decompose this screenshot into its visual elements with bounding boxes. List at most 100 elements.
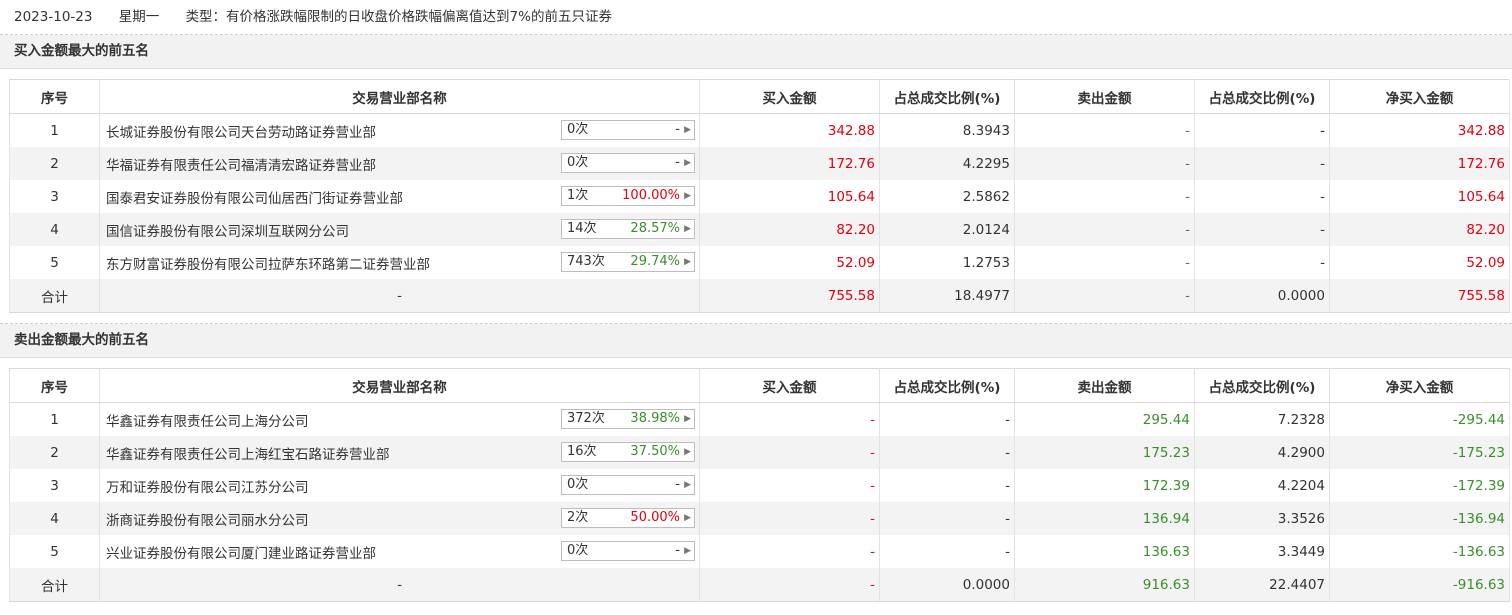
table-row[interactable]: 1 华鑫证券有限责任公司上海分公司 372次 38.98% ▶ - -295.44 7.232… (9, 402, 1510, 436)
col-buy: 买入金额 (699, 79, 880, 114)
win-rate: - (675, 122, 680, 137)
col-seq: 序号 (9, 79, 100, 114)
net-amount: -295.44 (1329, 402, 1510, 436)
buy-ratio: - (879, 469, 1015, 502)
col-name: 交易营业部名称 (99, 79, 700, 114)
buy-ratio: 8.3943 (879, 113, 1015, 147)
branch-cell: 华鑫证券有限责任公司上海分公司 372次 38.98% ▶ (99, 402, 700, 436)
buy-amount: - (699, 469, 880, 502)
net-amount: -172.39 (1329, 469, 1510, 502)
branch-cell: 浙商证券股份有限公司丽水分公司 2次 50.00% ▶ (99, 502, 700, 535)
total-name: - (99, 568, 700, 602)
buy-amount: - (699, 402, 880, 436)
table-row[interactable]: 4 浙商证券股份有限公司丽水分公司 2次 50.00% ▶ - -136.94 3.3526-… (9, 502, 1510, 535)
buy-table: 序号 交易营业部名称 买入金额 占总成交比例(%) 卖出金额 占总成交比例(%)… (9, 79, 1510, 313)
total-sell-ratio: 0.0000 (1194, 279, 1330, 313)
sell-ratio: 7.2328 (1194, 402, 1330, 436)
branch-cell: 国泰君安证券股份有限公司仙居西门街证券营业部 1次 100.00% ▶ (99, 180, 700, 213)
triangle-right-icon: ▶ (684, 224, 691, 234)
sell-ratio: - (1194, 213, 1330, 246)
net-amount: 342.88 (1329, 113, 1510, 147)
sell-ratio: - (1194, 147, 1330, 180)
buy-amount: 342.88 (699, 113, 880, 147)
buy-section-title: 买入金额最大的前五名 (0, 35, 1512, 69)
total-buy-ratio: 18.4977 (879, 279, 1015, 313)
appearance-count: 16次 (567, 444, 597, 459)
table-row[interactable]: 4 国信证券股份有限公司深圳互联网分公司 14次 28.57% ▶ 82.20 2.0124… (9, 213, 1510, 246)
branch-cell: 东方财富证券股份有限公司拉萨东环路第二证券营业部 743次 29.74% ▶ (99, 246, 700, 279)
appearance-count: 14次 (567, 221, 597, 236)
buy-ratio: - (879, 502, 1015, 535)
sell-amount: 172.39 (1014, 469, 1195, 502)
total-label: 合计 (9, 568, 100, 602)
buy-ratio: 2.5862 (879, 180, 1015, 213)
row-seq: 1 (9, 113, 100, 147)
net-amount: 52.09 (1329, 246, 1510, 279)
table-row[interactable]: 1 长城证券股份有限公司天台劳动路证券营业部 0次 - ▶ 342.88 8.3943- -3… (9, 113, 1510, 147)
col-sell-ratio: 占总成交比例(%) (1194, 79, 1330, 114)
branch-name[interactable]: 浙商证券股份有限公司丽水分公司 (106, 509, 309, 529)
total-net: -916.63 (1329, 568, 1510, 602)
branch-name[interactable]: 华鑫证券有限责任公司上海分公司 (106, 410, 309, 430)
sell-amount: - (1014, 213, 1195, 246)
row-seq: 3 (9, 180, 100, 213)
win-rate: 50.00% (630, 510, 680, 525)
history-stat-button[interactable]: 14次 28.57% ▶ (561, 219, 695, 239)
triangle-right-icon: ▶ (684, 447, 691, 457)
total-sell: 916.63 (1014, 568, 1195, 602)
branch-name[interactable]: 国泰君安证券股份有限公司仙居西门街证券营业部 (106, 187, 403, 207)
triangle-right-icon: ▶ (684, 480, 691, 490)
branch-cell: 国信证券股份有限公司深圳互联网分公司 14次 28.57% ▶ (99, 213, 700, 246)
history-stat-button[interactable]: 0次 - ▶ (561, 120, 695, 140)
table-row[interactable]: 2 华鑫证券有限责任公司上海红宝石路证券营业部 16次 37.50% ▶ - -175.23… (9, 436, 1510, 469)
branch-name[interactable]: 长城证券股份有限公司天台劳动路证券营业部 (106, 121, 376, 141)
table-header-row: 序号 交易营业部名称 买入金额 占总成交比例(%) 卖出金额 占总成交比例(%)… (9, 79, 1510, 114)
col-sell: 卖出金额 (1014, 368, 1195, 403)
table-row[interactable]: 5 东方财富证券股份有限公司拉萨东环路第二证券营业部 743次 29.74% ▶ 52.0… (9, 246, 1510, 279)
history-stat-button[interactable]: 743次 29.74% ▶ (561, 252, 695, 272)
history-stat-button[interactable]: 0次 - ▶ (561, 153, 695, 173)
win-rate: 28.57% (630, 221, 680, 236)
sell-amount: 136.63 (1014, 535, 1195, 568)
col-buy-ratio: 占总成交比例(%) (879, 368, 1015, 403)
sell-ratio: - (1194, 180, 1330, 213)
col-net: 净买入金额 (1329, 368, 1510, 403)
net-amount: 172.76 (1329, 147, 1510, 180)
branch-cell: 兴业证券股份有限公司厦门建业路证券营业部 0次 - ▶ (99, 535, 700, 568)
branch-name[interactable]: 万和证券股份有限公司江苏分公司 (106, 476, 309, 496)
net-amount: 82.20 (1329, 213, 1510, 246)
table-row[interactable]: 3 国泰君安证券股份有限公司仙居西门街证券营业部 1次 100.00% ▶ 105.64 2… (9, 180, 1510, 213)
list-type: 类型：有价格涨跌幅限制的日收盘价格跌幅偏离值达到7%的前五只证券 (185, 9, 612, 25)
history-stat-button[interactable]: 2次 50.00% ▶ (561, 508, 695, 528)
triangle-right-icon: ▶ (684, 125, 691, 135)
win-rate: 37.50% (630, 444, 680, 459)
branch-name[interactable]: 东方财富证券股份有限公司拉萨东环路第二证券营业部 (106, 253, 430, 273)
history-stat-button[interactable]: 0次 - ▶ (561, 541, 695, 561)
net-amount: -175.23 (1329, 436, 1510, 469)
table-row[interactable]: 5 兴业证券股份有限公司厦门建业路证券营业部 0次 - ▶ - -136.63 3.3449-… (9, 535, 1510, 568)
branch-name[interactable]: 华鑫证券有限责任公司上海红宝石路证券营业部 (106, 443, 390, 463)
branch-name[interactable]: 国信证券股份有限公司深圳互联网分公司 (106, 220, 349, 240)
total-buy-ratio: 0.0000 (879, 568, 1015, 602)
triangle-right-icon: ▶ (684, 191, 691, 201)
trade-date: 2023-10-23 (14, 9, 93, 25)
table-row[interactable]: 3 万和证券股份有限公司江苏分公司 0次 - ▶ - -172.39 4.2204 -172.3… (9, 469, 1510, 502)
appearance-count: 1次 (567, 188, 589, 203)
branch-name[interactable]: 华福证券有限责任公司福清清宏路证券营业部 (106, 154, 376, 174)
history-stat-button[interactable]: 372次 38.98% ▶ (561, 409, 695, 429)
history-stat-button[interactable]: 0次 - ▶ (561, 475, 695, 495)
win-rate: - (675, 543, 680, 558)
triangle-right-icon: ▶ (684, 257, 691, 267)
triangle-right-icon: ▶ (684, 414, 691, 424)
history-stat-button[interactable]: 1次 100.00% ▶ (561, 186, 695, 206)
triangle-right-icon: ▶ (684, 513, 691, 523)
sell-ratio: 3.3449 (1194, 535, 1330, 568)
total-row: 合计 - -0.0000 916.63 22.4407 -916.63 (9, 568, 1510, 602)
col-buy: 买入金额 (699, 368, 880, 403)
history-stat-button[interactable]: 16次 37.50% ▶ (561, 442, 695, 462)
table-row[interactable]: 2 华福证券有限责任公司福清清宏路证券营业部 0次 - ▶ 172.76 4.2295- -1… (9, 147, 1510, 180)
buy-ratio: 2.0124 (879, 213, 1015, 246)
branch-name[interactable]: 兴业证券股份有限公司厦门建业路证券营业部 (106, 542, 376, 562)
buy-amount: - (699, 502, 880, 535)
branch-cell: 万和证券股份有限公司江苏分公司 0次 - ▶ (99, 469, 700, 502)
